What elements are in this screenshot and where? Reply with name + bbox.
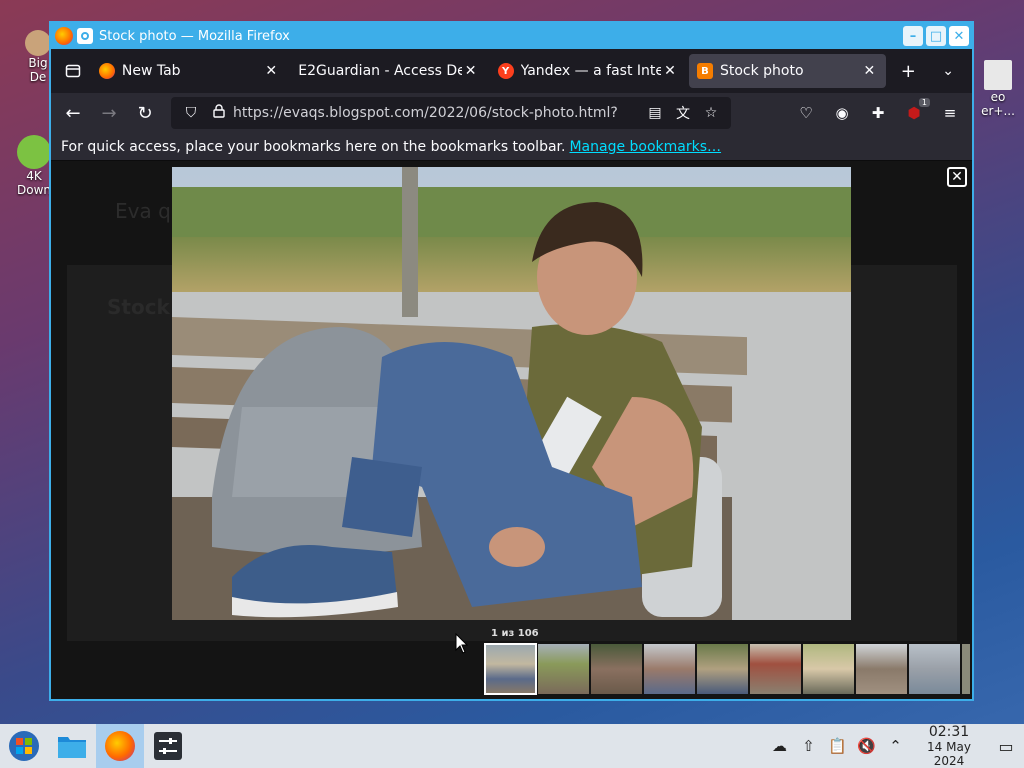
tab-close-icon[interactable]: ✕ — [661, 63, 679, 79]
forward-button[interactable]: → — [91, 97, 127, 129]
url-bar[interactable]: ⛉ https://evaqs.blogspot.com/2022/06/sto… — [171, 97, 731, 129]
show-desktop-icon[interactable]: ▭ — [988, 737, 1024, 756]
thumbnail-9[interactable] — [909, 644, 960, 694]
thumbnail-5[interactable] — [697, 644, 748, 694]
folder-icon — [58, 737, 86, 758]
thumbnail-8[interactable] — [856, 644, 907, 694]
4k-downloader-icon — [17, 135, 51, 169]
thumbnail-10[interactable] — [962, 644, 970, 694]
lock-icon[interactable] — [205, 104, 233, 122]
ghost-blog-header: Eva q — [115, 199, 171, 223]
clipboard-icon[interactable]: 📋 — [823, 737, 852, 755]
firefox-window: Stock photo — Mozilla Firefox – □ ✕ New … — [49, 21, 974, 701]
translate-icon[interactable]: 文 — [669, 103, 697, 123]
tab-label: Stock photo — [719, 63, 804, 79]
toolbar-right: ♡ ◉ ✚ ⬢ 1 ≡ — [788, 97, 968, 129]
desktop-icon-label: Big De — [28, 56, 48, 84]
big-app-icon — [25, 30, 51, 56]
tab-e2guardian[interactable]: E2Guardian - Access Denied ✕ — [290, 54, 487, 88]
windows-logo-icon — [9, 731, 39, 761]
taskbar-mixer[interactable] — [144, 724, 192, 768]
clock-time: 02:31 — [928, 724, 970, 740]
url-text[interactable]: https://evaqs.blogspot.com/2022/06/stock… — [233, 105, 641, 121]
thumbnail-strip — [484, 643, 970, 695]
chevron-up-icon[interactable]: ⌃ — [881, 737, 910, 755]
firefox-icon — [105, 731, 135, 761]
navigation-toolbar: ← → ↻ ⛉ https://evaqs.blogspot.com/2022/… — [51, 93, 972, 133]
new-tab-button[interactable]: + — [888, 55, 928, 87]
tab-close-icon[interactable]: ✕ — [860, 63, 878, 79]
menu-icon[interactable]: ≡ — [932, 97, 968, 129]
page-content: Eva q Stock ✕ 1 из 106 — [51, 161, 972, 699]
thumbnail-6[interactable] — [750, 644, 801, 694]
extensions-icon[interactable]: ✚ — [860, 97, 896, 129]
taskbar: ☁ ⇧ 📋 🔇 ⌃ 02:31 14 May 2024 ▭ — [0, 724, 1024, 768]
firefox-icon — [55, 27, 73, 45]
desktop-icon-4k-downloader[interactable]: 4K Down — [14, 135, 54, 197]
window-title: Stock photo — Mozilla Firefox — [99, 28, 290, 44]
window-titlebar[interactable]: Stock photo — Mozilla Firefox – □ ✕ — [51, 23, 972, 49]
tab-label: New Tab — [121, 63, 181, 79]
tab-close-icon[interactable]: ✕ — [462, 63, 480, 79]
close-window-button[interactable]: ✕ — [949, 26, 969, 46]
bookmark-star-icon[interactable]: ☆ — [697, 105, 725, 121]
yandex-icon: Y — [497, 63, 514, 79]
mouse-cursor-icon — [455, 633, 469, 654]
photo-boy-on-bench — [172, 167, 851, 620]
blogger-icon: B — [696, 63, 713, 79]
minimize-button[interactable]: – — [903, 26, 923, 46]
image-counter: 1 из 106 — [491, 628, 539, 639]
start-menu-button[interactable] — [0, 724, 48, 768]
taskbar-file-manager[interactable] — [48, 724, 96, 768]
firefox-view-button[interactable] — [55, 55, 91, 87]
bookmarks-toolbar: For quick access, place your bookmarks h… — [51, 133, 972, 161]
ublock-icon[interactable]: ⬢ 1 — [896, 97, 932, 129]
tab-label: E2Guardian - Access Denied — [298, 63, 461, 79]
account-icon[interactable]: ◉ — [824, 97, 860, 129]
thumbnail-3[interactable] — [591, 644, 642, 694]
manage-bookmarks-link[interactable]: Manage bookmarks… — [569, 139, 721, 155]
settings-sliders-icon — [154, 732, 182, 760]
tab-bar: New Tab ✕ E2Guardian - Access Denied ✕ Y… — [51, 49, 972, 93]
reader-view-icon[interactable]: ▤ — [641, 105, 669, 121]
volume-muted-icon[interactable]: 🔇 — [852, 737, 881, 755]
firefox-icon — [98, 63, 115, 79]
tab-stock-photo[interactable]: B Stock photo ✕ — [688, 54, 887, 88]
close-viewer-button[interactable]: ✕ — [947, 167, 967, 187]
back-button[interactable]: ← — [55, 97, 91, 129]
system-tray: ☁ ⇧ 📋 🔇 ⌃ 02:31 14 May 2024 ▭ — [765, 724, 1024, 768]
stock-photo-image[interactable] — [172, 167, 851, 620]
tab-new-tab[interactable]: New Tab ✕ — [91, 54, 288, 88]
thumbnail-2[interactable] — [538, 644, 589, 694]
shield-icon[interactable]: ⛉ — [177, 105, 205, 121]
clock[interactable]: 02:31 14 May 2024 — [910, 724, 988, 768]
tab-yandex[interactable]: Y Yandex — a fast Internet ✕ — [490, 54, 687, 88]
update-icon[interactable]: ⇧ — [794, 737, 823, 755]
ghost-post-title: Stock — [107, 295, 170, 319]
thumbnail-7[interactable] — [803, 644, 854, 694]
clock-date: 14 May 2024 — [927, 740, 971, 768]
desktop-icon-right[interactable]: eo er+... — [976, 60, 1020, 118]
tab-close-icon[interactable]: ✕ — [262, 63, 280, 79]
taskbar-firefox[interactable] — [96, 724, 144, 768]
reload-button[interactable]: ↻ — [127, 97, 163, 129]
cloud-icon[interactable]: ☁ — [765, 737, 794, 755]
pin-icon[interactable] — [77, 28, 93, 44]
thumbnail-1[interactable] — [484, 643, 537, 695]
thumbnail-4[interactable] — [644, 644, 695, 694]
bookmarks-message: For quick access, place your bookmarks h… — [61, 138, 566, 155]
firefox-view-icon — [65, 64, 81, 78]
tab-label: Yandex — a fast Internet — [520, 63, 661, 79]
pocket-icon[interactable]: ♡ — [788, 97, 824, 129]
maximize-button[interactable]: □ — [926, 26, 946, 46]
desktop-icon-label: 4K Down — [16, 169, 51, 197]
extension-badge: 1 — [918, 98, 930, 107]
list-all-tabs-button[interactable]: ⌄ — [928, 55, 968, 87]
file-icon — [984, 60, 1012, 90]
desktop-icon-label: eo er+... — [981, 90, 1015, 118]
